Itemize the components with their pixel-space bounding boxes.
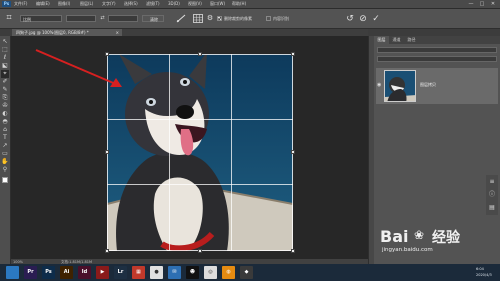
photoshop-icon[interactable]: Ps xyxy=(42,266,55,279)
foreground-color-swatch[interactable] xyxy=(2,177,8,183)
menu-image[interactable]: 图像(I) xyxy=(58,1,70,7)
gradient-tool-icon[interactable]: ◓ xyxy=(1,118,9,126)
eyedropper-tool-icon[interactable]: ✐ xyxy=(1,78,9,86)
tab-channels[interactable]: 通道 xyxy=(389,36,404,44)
watermark-brand-prefix: Bai xyxy=(380,227,409,246)
type-tool-icon[interactable]: T xyxy=(1,134,9,142)
app-icon[interactable]: ◆ xyxy=(240,266,253,279)
crop-box[interactable] xyxy=(107,54,293,251)
firefox-icon[interactable]: ◍ xyxy=(222,266,235,279)
history-brush-tool-icon[interactable]: ✇ xyxy=(1,102,9,110)
overlay-grid-icon[interactable] xyxy=(193,14,203,23)
collapsed-panels: ≡ ⓘ ▤ xyxy=(486,175,498,215)
browser-icon[interactable]: ◎ xyxy=(204,266,217,279)
content-aware-label: 内容识别 xyxy=(273,16,289,21)
height-input[interactable] xyxy=(108,15,138,22)
brush-tool-icon[interactable]: ✎ xyxy=(1,86,9,94)
zoom-tool-icon[interactable]: ⚲ xyxy=(1,166,9,174)
close-window-icon[interactable]: ✕ xyxy=(488,0,498,8)
photoshop-logo: Ps xyxy=(2,1,11,7)
premiere-icon[interactable]: Pr xyxy=(24,266,37,279)
move-tool-icon[interactable]: ↖ xyxy=(1,38,9,46)
tab-layers[interactable]: 图层 xyxy=(374,36,389,44)
mail-icon[interactable]: ✉ xyxy=(168,266,181,279)
menu-edit[interactable]: 编辑(E) xyxy=(36,1,50,7)
menu-window[interactable]: 窗口(W) xyxy=(210,1,225,7)
crop-handle-bottom-right[interactable] xyxy=(291,249,295,253)
wps-icon[interactable]: ▦ xyxy=(132,266,145,279)
reset-icon[interactable]: ↺ xyxy=(344,14,356,24)
start-icon[interactable] xyxy=(6,266,19,279)
watermark-brand-suffix: 经验 xyxy=(432,230,460,246)
paw-icon: ❀ xyxy=(414,228,425,242)
qq-icon[interactable]: ☻ xyxy=(186,266,199,279)
quick-select-tool-icon[interactable]: ⬕ xyxy=(1,62,9,70)
clone-stamp-tool-icon[interactable]: ⎘ xyxy=(1,94,9,102)
visibility-eye-icon[interactable]: ◉ xyxy=(377,82,383,88)
swap-icon[interactable]: ⇄ xyxy=(99,15,106,22)
menu-type[interactable]: 文字(Y) xyxy=(102,1,116,7)
crop-handle-top[interactable] xyxy=(198,52,202,56)
eraser-tool-icon[interactable]: ◐ xyxy=(1,110,9,118)
media-player-icon[interactable]: ▶ xyxy=(96,266,109,279)
layer-name[interactable]: 图层拷贝 xyxy=(420,82,436,88)
menu-select[interactable]: 选择(S) xyxy=(124,1,138,7)
crop-tool-preset-icon[interactable]: ⌗ xyxy=(3,13,15,24)
delete-cropped-label: 删除裁剪的像素 xyxy=(224,16,252,21)
adjustments-icon[interactable]: ≡ xyxy=(488,178,496,186)
menu-view[interactable]: 视图(V) xyxy=(188,1,202,7)
menu-bar: Ps 文件(F) 编辑(E) 图像(I) 图层(L) 文字(Y) 选择(S) 滤… xyxy=(0,0,500,9)
crop-handle-top-right[interactable] xyxy=(291,52,295,56)
maximize-icon[interactable]: □ xyxy=(477,0,487,8)
lasso-tool-icon[interactable]: ℓ xyxy=(1,54,9,62)
menu-filter[interactable]: 滤镜(T) xyxy=(146,1,160,7)
ball-icon[interactable]: ● xyxy=(150,266,163,279)
watermark-url: jingyan.baidu.com xyxy=(382,247,433,253)
menu-layer[interactable]: 图层(L) xyxy=(80,1,93,7)
info-icon[interactable]: ⓘ xyxy=(488,191,496,199)
lightroom-icon[interactable]: Lr xyxy=(114,266,127,279)
blend-mode-dropdown[interactable] xyxy=(377,56,497,62)
illustrator-icon[interactable]: Ai xyxy=(60,266,73,279)
shape-tool-icon[interactable]: ▭ xyxy=(1,150,9,158)
tray-clock[interactable]: 6:04 2020/4/3 xyxy=(476,266,492,279)
layer-filter-bar[interactable] xyxy=(377,47,497,53)
width-input[interactable] xyxy=(66,15,96,22)
tab-paths[interactable]: 路径 xyxy=(404,36,419,44)
menu-help[interactable]: 帮助(H) xyxy=(232,1,246,7)
dodge-tool-icon[interactable]: ⌂ xyxy=(1,126,9,134)
tools-panel: ↖ ⬚ ℓ ⬕ ⌖ ✐ ✎ ⎘ ✇ ◐ ◓ ⌂ T ↗ ▭ ✋ ⚲ xyxy=(0,36,11,264)
tab-close-icon[interactable]: × xyxy=(116,29,119,36)
crop-handle-right[interactable] xyxy=(291,150,295,154)
layer-row[interactable]: ◉ 图层拷贝 xyxy=(376,68,498,104)
hand-tool-icon[interactable]: ✋ xyxy=(1,158,9,166)
annotation-arrow xyxy=(35,49,122,87)
tray-date: 2020/4/3 xyxy=(476,273,492,277)
marquee-tool-icon[interactable]: ⬚ xyxy=(1,46,9,54)
delete-cropped-checkbox[interactable] xyxy=(217,16,222,21)
crop-handle-left[interactable] xyxy=(105,150,109,154)
minimize-icon[interactable]: — xyxy=(466,0,476,8)
layer-thumbnail xyxy=(384,70,416,102)
menu-3d[interactable]: 3D(D) xyxy=(168,1,180,7)
properties-icon[interactable]: ▤ xyxy=(488,204,496,212)
crop-handle-bottom-left[interactable] xyxy=(105,249,109,253)
document-tab-label: 四狗子.jpg @ 100%(图层0, RGB/8#) * xyxy=(16,30,89,35)
document-tab[interactable]: 四狗子.jpg @ 100%(图层0, RGB/8#) * × xyxy=(12,29,122,36)
ratio-dropdown[interactable]: 比例 xyxy=(20,15,62,22)
indesign-icon[interactable]: Id xyxy=(78,266,91,279)
crop-tool-icon[interactable]: ⌖ xyxy=(1,70,9,78)
options-bar: ⌗ 比例 ⇄ 清除 ⚙ 删除裁剪的像素 内容识别 ↺ ⊘ ✓ xyxy=(0,9,500,29)
cancel-icon[interactable]: ⊘ xyxy=(357,14,369,24)
menu-file[interactable]: 文件(F) xyxy=(14,1,27,7)
content-aware-checkbox[interactable] xyxy=(266,16,271,21)
straighten-icon[interactable] xyxy=(176,14,186,23)
clear-button[interactable]: 清除 xyxy=(142,15,164,22)
settings-gear-icon[interactable]: ⚙ xyxy=(206,14,214,23)
crop-handle-bottom[interactable] xyxy=(198,249,202,253)
commit-icon[interactable]: ✓ xyxy=(370,14,382,24)
baidu-watermark: Bai ❀ 经验 jingyan.baidu.com xyxy=(380,227,498,257)
path-select-tool-icon[interactable]: ↗ xyxy=(1,142,9,150)
